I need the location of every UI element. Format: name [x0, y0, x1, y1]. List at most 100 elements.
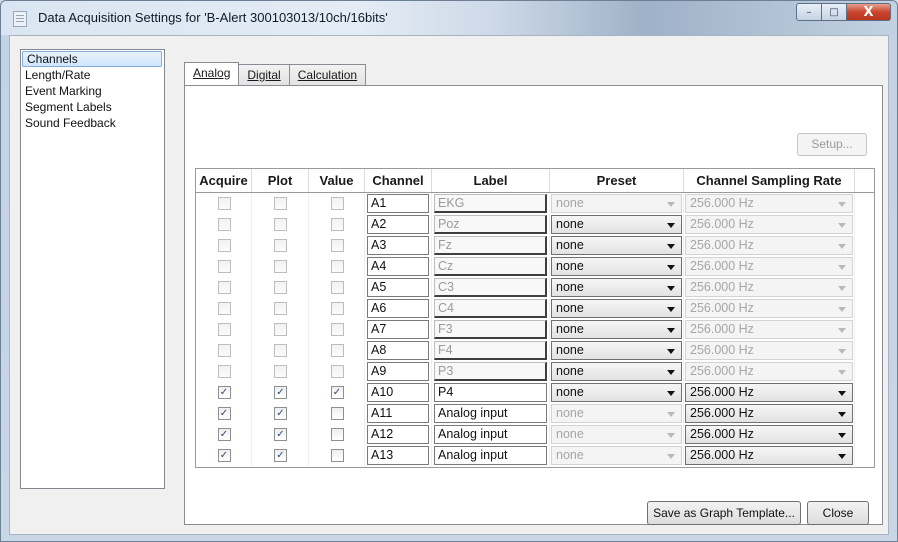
value-checkbox[interactable] [330, 323, 344, 336]
channel-label-field[interactable]: P4 [434, 383, 547, 402]
acquire-checkbox[interactable]: ✓ [217, 449, 231, 462]
plot-checkbox[interactable]: ✓ [274, 428, 287, 441]
value-checkbox[interactable] [330, 428, 344, 441]
value-checkbox[interactable] [330, 218, 344, 231]
preset-dropdown[interactable]: none [551, 320, 682, 339]
channel-label-field[interactable]: C4 [434, 299, 547, 318]
save-graph-template-button[interactable]: Save as Graph Template... [647, 501, 801, 525]
acquire-checkbox[interactable] [217, 218, 231, 231]
channel-label-field[interactable]: F3 [434, 320, 547, 339]
cell-channel: A1 [365, 193, 432, 214]
preset-dropdown[interactable]: none [551, 446, 682, 465]
value-checkbox[interactable] [330, 302, 344, 315]
value-checkbox[interactable] [330, 239, 344, 252]
plot-checkbox[interactable] [274, 323, 287, 336]
plot-checkbox[interactable]: ✓ [274, 407, 287, 420]
tab-digital[interactable]: Digital [238, 64, 290, 85]
channel-label-field[interactable]: Analog input [434, 425, 547, 444]
preset-dropdown[interactable]: none [551, 278, 682, 297]
acquire-checkbox[interactable] [217, 302, 231, 315]
sampling-rate-dropdown[interactable]: 256.000 Hz [685, 320, 853, 339]
channel-label-field[interactable]: Fz [434, 236, 547, 255]
acquire-checkbox[interactable] [217, 323, 231, 336]
preset-dropdown[interactable]: none [551, 299, 682, 318]
channel-label-field[interactable]: Analog input [434, 446, 547, 465]
channel-label-field[interactable]: Analog input [434, 404, 547, 423]
plot-checkbox[interactable] [274, 260, 287, 273]
sampling-rate-dropdown[interactable]: 256.000 Hz [685, 278, 853, 297]
preset-dropdown[interactable]: none [551, 404, 682, 423]
plot-checkbox[interactable]: ✓ [274, 386, 287, 399]
value-checkbox[interactable]: ✓ [330, 386, 344, 399]
sampling-rate-dropdown[interactable]: 256.000 Hz [685, 215, 853, 234]
maximize-button[interactable]: □ [822, 3, 847, 21]
acquire-checkbox[interactable]: ✓ [217, 407, 231, 420]
close-button[interactable]: Close [807, 501, 869, 525]
sampling-rate-dropdown[interactable]: 256.000 Hz [685, 257, 853, 276]
sampling-rate-dropdown[interactable]: 256.000 Hz [685, 446, 853, 465]
cell-label: P4 [432, 382, 550, 403]
close-window-button[interactable]: X [847, 3, 891, 21]
value-checkbox[interactable] [330, 281, 344, 294]
plot-checkbox[interactable] [274, 344, 287, 357]
cell-sampling-rate: 256.000 Hz [684, 403, 855, 424]
value-checkbox[interactable] [330, 407, 344, 420]
preset-dropdown[interactable]: none [551, 215, 682, 234]
channel-label-field[interactable]: P3 [434, 362, 547, 381]
value-checkbox[interactable] [330, 197, 344, 210]
acquire-checkbox[interactable] [217, 365, 231, 378]
sampling-rate-dropdown[interactable]: 256.000 Hz [685, 362, 853, 381]
chevron-down-icon [667, 349, 675, 354]
plot-checkbox[interactable]: ✓ [274, 449, 287, 462]
sidebar-item-segment-labels[interactable]: Segment Labels [21, 99, 164, 115]
checkmark-icon: ✓ [219, 408, 229, 419]
acquire-checkbox[interactable]: ✓ [217, 386, 231, 399]
preset-dropdown[interactable]: none [551, 257, 682, 276]
acquire-checkbox[interactable] [217, 239, 231, 252]
preset-dropdown[interactable]: none [551, 236, 682, 255]
preset-dropdown[interactable]: none [551, 383, 682, 402]
sampling-rate-dropdown[interactable]: 256.000 Hz [685, 425, 853, 444]
value-checkbox[interactable] [330, 449, 344, 462]
sampling-rate-dropdown[interactable]: 256.000 Hz [685, 404, 853, 423]
preset-dropdown[interactable]: none [551, 194, 682, 213]
plot-checkbox[interactable] [274, 281, 287, 294]
preset-dropdown[interactable]: none [551, 341, 682, 360]
channel-label-field[interactable]: C3 [434, 278, 547, 297]
value-checkbox[interactable] [330, 344, 344, 357]
acquire-checkbox[interactable]: ✓ [217, 428, 231, 441]
tab-analog[interactable]: Analog [184, 62, 240, 85]
sidebar-item-sound-feedback[interactable]: Sound Feedback [21, 115, 164, 131]
acquire-checkbox[interactable] [217, 197, 231, 210]
value-checkbox[interactable] [330, 365, 344, 378]
value-checkbox[interactable] [330, 260, 344, 273]
channel-label-field[interactable]: Poz [434, 215, 547, 234]
sampling-rate-dropdown[interactable]: 256.000 Hz [685, 299, 853, 318]
plot-checkbox[interactable] [274, 197, 287, 210]
sidebar-item-length-rate[interactable]: Length/Rate [21, 67, 164, 83]
preset-dropdown[interactable]: none [551, 362, 682, 381]
tab-calculation[interactable]: Calculation [288, 64, 367, 85]
channel-label-field[interactable]: EKG [434, 194, 547, 213]
sampling-rate-dropdown[interactable]: 256.000 Hz [685, 341, 853, 360]
preset-dropdown[interactable]: none [551, 425, 682, 444]
sampling-rate-dropdown[interactable]: 256.000 Hz [685, 236, 853, 255]
plot-checkbox[interactable] [274, 239, 287, 252]
title-bar[interactable]: Data Acquisition Settings for 'B-Alert 3… [1, 1, 897, 35]
sampling-rate-value: 256.000 Hz [690, 196, 754, 210]
acquire-checkbox[interactable] [217, 260, 231, 273]
plot-checkbox[interactable] [274, 302, 287, 315]
cell-channel: A7 [365, 319, 432, 340]
acquire-checkbox[interactable] [217, 344, 231, 357]
channel-label-field[interactable]: Cz [434, 257, 547, 276]
plot-checkbox[interactable] [274, 365, 287, 378]
minimize-button[interactable]: – [796, 3, 822, 21]
channel-label-field[interactable]: F4 [434, 341, 547, 360]
sampling-rate-dropdown[interactable]: 256.000 Hz [685, 194, 853, 213]
sampling-rate-dropdown[interactable]: 256.000 Hz [685, 383, 853, 402]
setup-button[interactable]: Setup... [797, 133, 867, 156]
sidebar-item-channels[interactable]: Channels [22, 51, 162, 67]
acquire-checkbox[interactable] [217, 281, 231, 294]
plot-checkbox[interactable] [274, 218, 287, 231]
sidebar-item-event-marking[interactable]: Event Marking [21, 83, 164, 99]
